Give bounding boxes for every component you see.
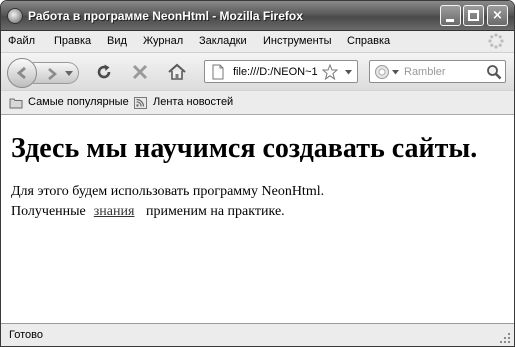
- reload-icon[interactable]: [95, 63, 113, 81]
- menu-file[interactable]: Файл: [8, 35, 35, 47]
- paragraph-line-2-end: применим на практике.: [145, 204, 285, 219]
- menu-bar: Файл Правка Вид Журнал Закладки Инструме…: [1, 32, 514, 52]
- back-forward-group: [7, 58, 81, 88]
- history-dropdown-icon: [65, 71, 73, 76]
- forward-icon: [48, 68, 57, 80]
- bookmarks-toolbar: Самые популярные Лента новостей: [1, 90, 514, 115]
- status-text: Готово: [9, 329, 43, 341]
- minimize-button[interactable]: [440, 5, 461, 26]
- menu-tools[interactable]: Инструменты: [263, 35, 332, 47]
- forward-button[interactable]: [33, 62, 79, 84]
- rss-feed-icon: [134, 97, 147, 109]
- back-icon: [16, 66, 26, 80]
- paragraph-line-1: Для этого будем использовать программу N…: [11, 184, 325, 199]
- paragraph-line-2-start: Полученные: [11, 204, 86, 219]
- page-content: Здесь мы научимся создавать сайты. Для э…: [1, 115, 514, 323]
- menu-help[interactable]: Справка: [347, 35, 390, 47]
- menu-history[interactable]: Журнал: [143, 35, 183, 47]
- browser-window: Работа в программе NeonHtml - Mozilla Fi…: [0, 0, 515, 347]
- firefox-icon: [7, 8, 23, 24]
- home-icon[interactable]: [167, 62, 187, 82]
- star-icon[interactable]: [322, 64, 338, 80]
- resize-grip-icon[interactable]: [499, 332, 511, 344]
- page-heading: Здесь мы научимся создавать сайты.: [11, 133, 478, 164]
- back-button[interactable]: [7, 58, 37, 88]
- menu-edit[interactable]: Правка: [54, 35, 91, 47]
- maximize-icon: [468, 10, 479, 21]
- search-input[interactable]: Rambler: [404, 66, 446, 78]
- page-paragraph: Для этого будем использовать программу N…: [11, 182, 504, 222]
- menu-bookmarks[interactable]: Закладки: [199, 35, 247, 47]
- menu-view[interactable]: Вид: [107, 35, 127, 47]
- window-title: Работа в программе NeonHtml - Mozilla Fi…: [28, 9, 303, 23]
- engine-dropdown-icon[interactable]: [392, 70, 399, 75]
- navigation-toolbar: file:///D:/NEON~1 Rambler: [1, 52, 514, 90]
- address-bar[interactable]: file:///D:/NEON~1: [204, 60, 358, 83]
- minimize-icon: [446, 19, 454, 22]
- search-bar[interactable]: Rambler: [369, 60, 506, 83]
- maximize-button[interactable]: [463, 5, 484, 26]
- page-icon: [212, 64, 224, 80]
- close-button[interactable]: ×: [487, 5, 508, 26]
- url-dropdown-icon[interactable]: [345, 70, 352, 75]
- throbber-icon: [488, 33, 504, 49]
- stop-icon[interactable]: [131, 63, 149, 81]
- status-bar: Готово: [1, 323, 514, 346]
- url-text: file:///D:/NEON~1: [233, 66, 318, 78]
- bookmark-folder-icon: [9, 98, 23, 109]
- search-engine-icon[interactable]: [374, 64, 390, 80]
- knowledge-link[interactable]: знания: [94, 204, 135, 219]
- magnifier-icon[interactable]: [486, 64, 502, 80]
- title-bar: Работа в программе NeonHtml - Mozilla Fi…: [1, 1, 514, 31]
- bookmark-most-visited[interactable]: Самые популярные: [28, 96, 129, 108]
- bookmark-news-feed[interactable]: Лента новостей: [153, 96, 233, 108]
